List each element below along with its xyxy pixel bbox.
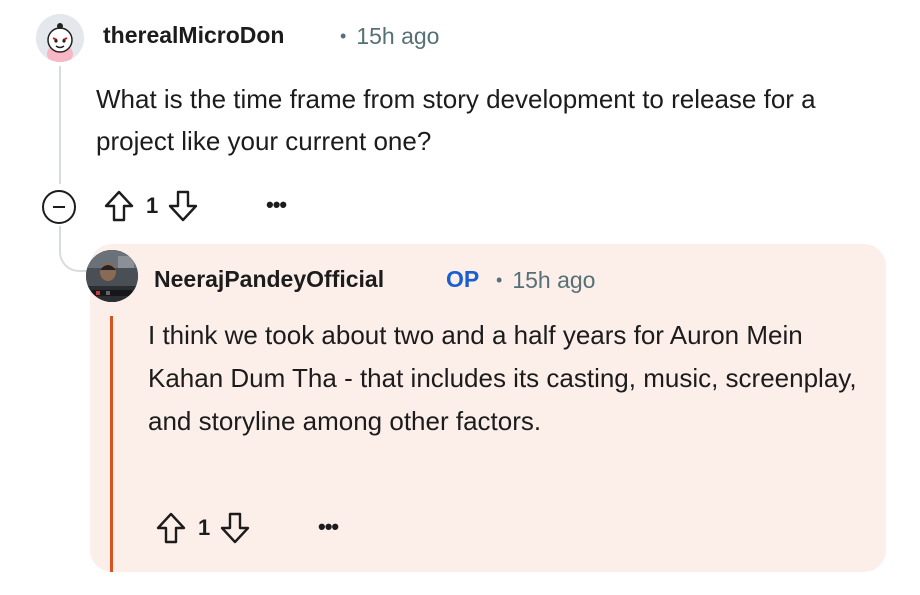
meta-separator: • — [496, 270, 503, 290]
reply-timestamp: 15h ago — [512, 267, 596, 293]
upvote-icon[interactable] — [102, 187, 136, 225]
downvote-icon[interactable] — [166, 187, 200, 225]
reply-username[interactable]: NeerajPandeyOfficial — [154, 266, 384, 293]
downvote-icon[interactable] — [218, 509, 252, 547]
comment-timestamp: 15h ago — [356, 23, 440, 49]
more-options-button[interactable]: ••• — [266, 192, 287, 218]
comment-meta: • 15h ago — [340, 23, 439, 50]
upvote-icon[interactable] — [154, 509, 188, 547]
reply-meta: • 15h ago — [496, 267, 595, 294]
vote-count: 1 — [146, 193, 159, 218]
reply-body: I think we took about two and a half yea… — [148, 320, 857, 436]
comment-body: What is the time frame from story develo… — [96, 84, 816, 156]
op-badge: OP — [446, 266, 480, 292]
collapse-thread-button[interactable] — [42, 190, 76, 224]
more-options-button[interactable]: ••• — [318, 514, 339, 540]
thread-line — [59, 66, 61, 184]
reply-avatar[interactable] — [86, 250, 138, 302]
thread-connector — [59, 226, 87, 272]
comment-username[interactable]: therealMicroDon — [103, 22, 284, 49]
meta-separator: • — [340, 26, 347, 46]
commenter-avatar[interactable] — [36, 14, 84, 62]
comment-vote-bar: 1 — [102, 186, 200, 226]
reply-highlight-border — [110, 316, 113, 572]
snoo-avatar-icon — [36, 14, 84, 62]
reply-vote-bar: 1 — [154, 508, 252, 548]
vote-count: 1 — [198, 515, 211, 540]
profile-photo-icon — [86, 250, 138, 302]
